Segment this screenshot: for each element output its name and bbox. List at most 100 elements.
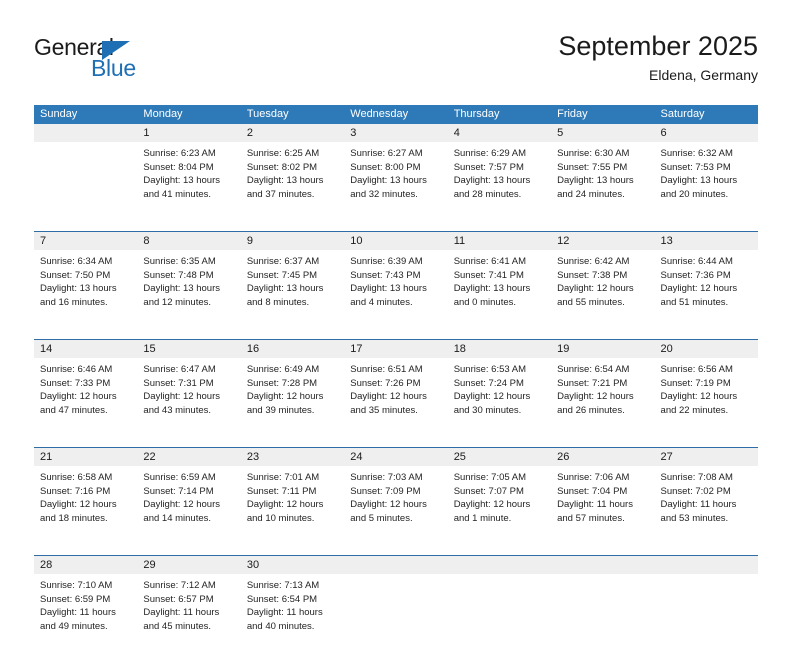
day-number[interactable]: 18 (448, 340, 551, 358)
day-number[interactable]: 2 (241, 124, 344, 142)
day-number[interactable]: 25 (448, 448, 551, 466)
day-cell[interactable]: Sunrise: 7:13 AM Sunset: 6:54 PM Daylight:… (241, 574, 344, 663)
day-cell[interactable]: Sunrise: 6:59 AM Sunset: 7:14 PM Daylight:… (137, 466, 240, 555)
day-cell[interactable]: Sunrise: 6:37 AM Sunset: 7:45 PM Daylight:… (241, 250, 344, 339)
day-cell[interactable]: Sunrise: 6:46 AM Sunset: 7:33 PM Daylight:… (34, 358, 137, 447)
day-number[interactable]: 23 (241, 448, 344, 466)
day-info-line: Sunrise: 6:27 AM (350, 148, 423, 159)
day-number[interactable]: 13 (655, 232, 758, 250)
day-info-line: Sunrise: 6:25 AM (246, 148, 320, 159)
calendar-week-row: 14 15 16 17 18 19 20 Sunrise: 6:46 AM Sunset: 7:… (34, 339, 758, 447)
day-info: Sunrise: 7:08 AM Sunset: 7:02 PM Daylight:… (655, 466, 758, 525)
day-cell[interactable]: Sunrise: 6:30 AM Sunset: 7:55 PM Daylight:… (551, 142, 654, 231)
day-cell-empty (34, 142, 137, 231)
day-info-line: and 37 minutes. (246, 188, 315, 200)
day-number[interactable]: 9 (241, 232, 344, 250)
day-cell[interactable]: Sunrise: 7:12 AM Sunset: 6:57 PM Daylight:… (137, 574, 240, 663)
day-cell[interactable]: Sunrise: 6:25 AM Sunset: 8:02 PM Daylight:… (241, 142, 344, 231)
day-info-line: Sunset: 8:02 PM (246, 161, 318, 173)
generalblue-logo[interactable]: General Blue (34, 34, 154, 81)
day-info-line: Sunset: 7:28 PM (246, 377, 318, 389)
day-number[interactable]: 3 (344, 124, 447, 142)
day-info-line: Daylight: 12 hours (40, 499, 117, 511)
day-cell[interactable]: Sunrise: 6:29 AM Sunset: 7:57 PM Daylight:… (448, 142, 551, 231)
day-number[interactable]: 29 (137, 556, 240, 574)
day-cell[interactable]: Sunrise: 6:47 AM Sunset: 7:31 PM Daylight:… (137, 358, 240, 447)
day-cell[interactable]: Sunrise: 6:41 AM Sunset: 7:41 PM Daylight:… (448, 250, 551, 339)
day-number[interactable]: 26 (551, 448, 654, 466)
day-info-line: Daylight: 12 hours (557, 391, 634, 403)
day-cell-empty (655, 574, 758, 663)
calendar-weeks: 1 2 3 4 5 6 Sunrise: 6:23 AM Sunset: 8:04 PM Day… (34, 124, 758, 663)
day-cell[interactable]: Sunrise: 6:53 AM Sunset: 7:24 PM Daylight:… (448, 358, 551, 447)
day-number[interactable]: 28 (34, 556, 137, 574)
day-cell[interactable]: Sunrise: 6:44 AM Sunset: 7:36 PM Daylight:… (655, 250, 758, 339)
day-cell[interactable]: Sunrise: 6:42 AM Sunset: 7:38 PM Daylight:… (551, 250, 654, 339)
day-number[interactable]: 22 (137, 448, 240, 466)
day-cell[interactable]: Sunrise: 6:49 AM Sunset: 7:28 PM Daylight:… (241, 358, 344, 447)
day-cell[interactable]: Sunrise: 6:51 AM Sunset: 7:26 PM Daylight:… (344, 358, 447, 447)
day-cell[interactable]: Sunrise: 7:01 AM Sunset: 7:11 PM Daylight:… (241, 466, 344, 555)
calendar-week-row: 7 8 9 10 11 12 13 Sunrise: 6:34 AM Sunset: 7:50 … (34, 231, 758, 339)
day-cell[interactable]: Sunrise: 7:03 AM Sunset: 7:09 PM Daylight:… (344, 466, 447, 555)
day-number[interactable]: 21 (34, 448, 137, 466)
day-cell[interactable]: Sunrise: 7:10 AM Sunset: 6:59 PM Daylight:… (34, 574, 137, 663)
day-info-line: Sunrise: 7:08 AM (660, 472, 733, 483)
day-cell[interactable]: Sunrise: 6:32 AM Sunset: 7:53 PM Daylight:… (655, 142, 758, 231)
day-info: Sunrise: 6:37 AM Sunset: 7:45 PM Daylight:… (241, 250, 344, 309)
day-number[interactable]: 20 (655, 340, 758, 358)
day-number[interactable]: 12 (551, 232, 654, 250)
day-cell[interactable]: Sunrise: 6:34 AM Sunset: 7:50 PM Daylight:… (34, 250, 137, 339)
day-number[interactable]: 30 (241, 556, 344, 574)
day-info-line: and 12 minutes. (143, 296, 212, 308)
day-info-line: Daylight: 13 hours (350, 283, 427, 295)
day-number[interactable]: 15 (137, 340, 240, 358)
day-info-line: Sunrise: 6:53 AM (453, 364, 527, 375)
day-cell[interactable]: Sunrise: 6:23 AM Sunset: 8:04 PM Daylight:… (137, 142, 240, 231)
day-cell[interactable]: Sunrise: 6:56 AM Sunset: 7:19 PM Daylight:… (655, 358, 758, 447)
day-info-line: Sunrise: 6:49 AM (246, 364, 320, 375)
day-info-line: Sunrise: 6:23 AM (143, 148, 216, 159)
day-cell[interactable]: Sunrise: 6:27 AM Sunset: 8:00 PM Daylight:… (344, 142, 447, 231)
day-info (551, 574, 654, 579)
day-number[interactable]: 8 (137, 232, 240, 250)
day-cell[interactable]: Sunrise: 6:58 AM Sunset: 7:16 PM Daylight:… (34, 466, 137, 555)
day-cell[interactable]: Sunrise: 7:05 AM Sunset: 7:07 PM Daylight:… (448, 466, 551, 555)
day-cell[interactable]: Sunrise: 6:39 AM Sunset: 7:43 PM Daylight:… (344, 250, 447, 339)
day-info-line: Sunrise: 7:03 AM (350, 472, 423, 483)
day-info-line: Daylight: 12 hours (453, 391, 531, 403)
day-info: Sunrise: 6:35 AM Sunset: 7:48 PM Daylight:… (137, 250, 240, 309)
day-info-line: Sunrise: 6:35 AM (143, 256, 216, 267)
day-number[interactable]: 17 (344, 340, 447, 358)
day-info: Sunrise: 6:59 AM Sunset: 7:14 PM Daylight:… (137, 466, 240, 525)
day-info-line: Sunrise: 6:59 AM (143, 472, 216, 483)
day-number[interactable]: 6 (655, 124, 758, 142)
day-info-line: Sunset: 7:53 PM (660, 161, 731, 173)
day-info-line: Daylight: 12 hours (660, 283, 738, 295)
day-cell[interactable]: Sunrise: 6:54 AM Sunset: 7:21 PM Daylight:… (551, 358, 654, 447)
day-number[interactable]: 4 (448, 124, 551, 142)
day-info-line: Sunset: 7:31 PM (143, 377, 214, 389)
day-info-line: Sunset: 7:45 PM (246, 269, 318, 281)
day-number[interactable]: 5 (551, 124, 654, 142)
day-info-line: Sunrise: 7:12 AM (143, 580, 216, 591)
day-number-empty (551, 556, 654, 574)
day-number[interactable]: 7 (34, 232, 137, 250)
day-number[interactable]: 1 (137, 124, 240, 142)
day-number[interactable]: 11 (448, 232, 551, 250)
day-cell[interactable]: Sunrise: 6:35 AM Sunset: 7:48 PM Daylight:… (137, 250, 240, 339)
day-number[interactable]: 16 (241, 340, 344, 358)
day-details-row: Sunrise: 6:34 AM Sunset: 7:50 PM Daylight:… (34, 250, 758, 339)
day-info-line: and 20 minutes. (660, 188, 729, 200)
day-number[interactable]: 14 (34, 340, 137, 358)
day-number[interactable]: 27 (655, 448, 758, 466)
day-number[interactable]: 19 (551, 340, 654, 358)
day-info-line: and 45 minutes. (143, 620, 212, 632)
day-number[interactable]: 10 (344, 232, 447, 250)
day-number[interactable]: 24 (344, 448, 447, 466)
day-info: Sunrise: 6:46 AM Sunset: 7:33 PM Daylight:… (34, 358, 137, 417)
day-cell[interactable]: Sunrise: 7:06 AM Sunset: 7:04 PM Daylight:… (551, 466, 654, 555)
day-cell[interactable]: Sunrise: 7:08 AM Sunset: 7:02 PM Daylight:… (655, 466, 758, 555)
day-info-line: Sunrise: 6:44 AM (660, 256, 733, 267)
day-info-line: Sunrise: 6:34 AM (40, 256, 113, 267)
